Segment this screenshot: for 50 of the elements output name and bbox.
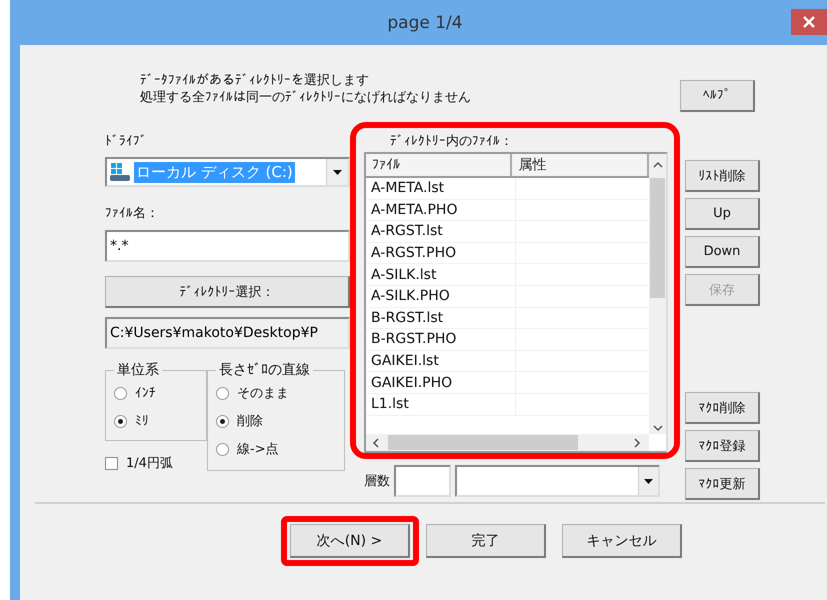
file-name-label: ﾌｧｲﾙ名： xyxy=(105,205,160,222)
close-icon[interactable] xyxy=(803,16,815,28)
disk-drive-icon xyxy=(109,162,131,182)
file-name-cell[interactable]: A-RGST.lst xyxy=(366,221,516,242)
file-name-cell[interactable]: B-RGST.PHO xyxy=(366,329,516,350)
close-button[interactable] xyxy=(791,9,827,35)
horizontal-scrollbar[interactable] xyxy=(366,434,649,451)
radio-option[interactable]: 線->点 xyxy=(216,439,336,459)
column-header[interactable]: ﾌｧｲﾙ xyxy=(366,154,512,176)
file-name-cell[interactable]: L1.lst xyxy=(366,394,516,415)
side-button[interactable]: Up xyxy=(685,198,760,230)
file-list-label: ﾃﾞｨﾚｸﾄﾘｰ内のﾌｧｲﾙ： xyxy=(390,133,514,151)
radio-option[interactable]: そのまま xyxy=(216,383,336,403)
macro-button[interactable]: ﾏｸﾛ登録 xyxy=(685,430,760,462)
dropdown-arrow-icon[interactable] xyxy=(644,478,653,484)
window-title: page 1/4 xyxy=(387,12,463,32)
file-name-cell[interactable]: GAIKEI.PHO xyxy=(366,372,516,393)
radio-option[interactable]: ﾐﾘ xyxy=(114,411,198,431)
instruction-text: ﾃﾞｰﾀﾌｧｲﾙがあるﾃﾞｨﾚｸﾄﾘｰを選択します xyxy=(140,72,370,89)
side-button[interactable]: Down xyxy=(685,236,760,268)
help-button[interactable]: ﾍﾙﾌﾟ xyxy=(680,80,755,112)
layers-field[interactable] xyxy=(394,465,451,497)
radio-option[interactable]: 削除 xyxy=(216,411,336,431)
group-title: 長さｾﾞﾛの直線 xyxy=(218,361,311,379)
file-name-cell[interactable]: A-SILK.PHO xyxy=(366,286,516,307)
group-title: 単位系 xyxy=(116,361,160,379)
drive-label: ﾄﾞﾗｲﾌﾞ xyxy=(105,134,148,149)
macro-button[interactable]: ﾏｸﾛ削除 xyxy=(685,392,760,424)
file-name-cell[interactable]: B-RGST.lst xyxy=(366,308,516,328)
file-name-cell[interactable]: GAIKEI.lst xyxy=(366,350,516,372)
directory-path-field[interactable]: C:¥Users¥makoto¥Desktop¥P xyxy=(105,317,350,349)
file-name-cell[interactable]: A-RGST.PHO xyxy=(366,242,516,264)
drive-value: ローカル ディスク (C:) xyxy=(134,162,295,182)
quarter-arc-checkbox[interactable]: 1/4円弧 xyxy=(105,453,207,473)
file-name-cell[interactable]: A-META.PHO xyxy=(366,200,516,220)
file-name-cell[interactable]: A-META.lst xyxy=(366,178,516,199)
macro-button[interactable]: ﾏｸﾛ更新 xyxy=(685,468,760,500)
footer-button[interactable]: キャンセル xyxy=(562,524,682,558)
vertical-scrollbar[interactable] xyxy=(649,154,666,434)
footer-button[interactable]: 完了 xyxy=(426,524,546,558)
instruction-text: 処理する全ﾌｧｲﾙは同一のﾃﾞｨﾚｸﾄﾘｰになげればなりません xyxy=(140,89,472,106)
directory-select-button[interactable]: ﾃﾞｨﾚｸﾄﾘｰ選択： xyxy=(105,276,350,308)
file-list[interactable]: ﾌｧｲﾙ 属性 A-META.lst A-META.PHO A-RGST.lst A-RGST.PHO A-SILK.lst A-SILK.PHO B-RGST.lst B-RGST.PHO GAIKEI.lst GAIKEI.PHO L1.lst xyxy=(364,152,668,453)
layers-label: 層数 xyxy=(364,473,390,490)
file-name-cell[interactable]: A-SILK.lst xyxy=(366,264,516,285)
file-name-field[interactable]: *.* xyxy=(105,230,350,262)
footer-button[interactable]: 次へ(N) > xyxy=(290,524,410,558)
dropdown-arrow-icon[interactable] xyxy=(333,170,342,174)
radio-option[interactable]: ｲﾝﾁ xyxy=(114,383,198,403)
side-button[interactable]: ﾘｽﾄ削除 xyxy=(685,160,760,192)
